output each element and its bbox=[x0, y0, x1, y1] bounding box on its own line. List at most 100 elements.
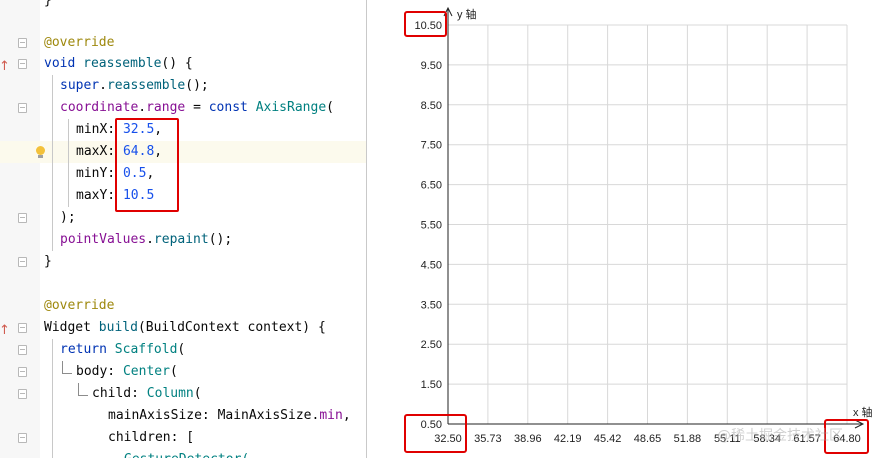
fold-marker-icon[interactable] bbox=[18, 345, 27, 355]
range-values-highlight bbox=[115, 118, 179, 212]
code-token: AxisRange bbox=[255, 100, 327, 115]
x-tick-label: 42.19 bbox=[554, 433, 582, 445]
code-token: body: bbox=[76, 364, 123, 379]
code-token: reassemble bbox=[106, 78, 186, 93]
y-tick-label: 10.50 bbox=[414, 20, 442, 32]
widget-tree-guide bbox=[62, 373, 72, 374]
code-line[interactable]: minX: 32.5, bbox=[0, 119, 366, 141]
y-tick-label: 5.50 bbox=[421, 220, 442, 232]
code-line[interactable]: mainAxisSize: MainAxisSize.min, bbox=[0, 405, 366, 427]
chart-preview-panel: y 轴 x 轴 0.50 1.50 2.50 3.50 4.50 5.50 6.50 7.50 8.… bbox=[367, 0, 891, 458]
code-line[interactable]: coordinate.range = const AxisRange( bbox=[0, 97, 366, 119]
code-line[interactable]: ↑ Widget build(BuildContext context) { bbox=[0, 317, 366, 339]
code-line[interactable]: return Scaffold( bbox=[0, 339, 366, 361]
widget-tree-guide bbox=[78, 383, 79, 395]
code-line[interactable] bbox=[0, 11, 366, 33]
y-tick-label: 0.50 bbox=[421, 419, 442, 431]
x-tick-label: 32.50 bbox=[434, 433, 462, 445]
x-axis-label: x 轴 bbox=[853, 405, 873, 419]
fold-marker-icon[interactable] bbox=[18, 103, 27, 113]
fold-marker-icon[interactable] bbox=[18, 213, 27, 223]
y-tick-label: 9.50 bbox=[421, 60, 442, 72]
code-editor[interactable]: } @override ↑ void reassemble() {super.reas… bbox=[0, 0, 366, 458]
indent-guide bbox=[52, 339, 53, 458]
fold-marker-icon[interactable] bbox=[18, 389, 27, 399]
code-token: Widget bbox=[44, 320, 99, 335]
code-line[interactable]: GestureDetector( bbox=[0, 449, 366, 458]
x-tick-label: 35.73 bbox=[474, 433, 502, 445]
code-token: GestureDetector( bbox=[124, 452, 249, 458]
code-token: . bbox=[138, 100, 147, 115]
code-token: children: [ bbox=[108, 430, 195, 445]
code-token: @override bbox=[44, 298, 115, 313]
fold-marker-icon[interactable] bbox=[18, 38, 27, 48]
code-token: Center bbox=[122, 364, 170, 379]
code-token: () { bbox=[161, 56, 193, 71]
code-text: @override bbox=[44, 295, 114, 317]
code-text: } bbox=[44, 251, 52, 273]
code-line[interactable]: maxY: 10.5 bbox=[0, 185, 366, 207]
code-line[interactable]: } bbox=[0, 251, 366, 273]
code-line[interactable]: child: Column( bbox=[0, 383, 366, 405]
code-token: min bbox=[319, 408, 343, 423]
code-line[interactable]: ↑ void reassemble() { bbox=[0, 53, 366, 75]
coordinate-chart: y 轴 x 轴 0.50 1.50 2.50 3.50 4.50 5.50 6.50 7.50 8.… bbox=[404, 6, 873, 454]
code-token: } bbox=[44, 254, 52, 269]
widget-tree-guide bbox=[78, 395, 88, 396]
y-tick-label: 4.50 bbox=[421, 259, 442, 271]
code-token: build bbox=[98, 320, 138, 335]
code-line[interactable]: ); bbox=[0, 207, 366, 229]
code-token: mainAxisSize: MainAxisSize. bbox=[108, 408, 320, 423]
code-token: coordinate bbox=[60, 100, 139, 115]
code-line[interactable]: children: [ bbox=[0, 427, 366, 449]
code-text: GestureDetector( bbox=[124, 449, 249, 458]
code-token: ( bbox=[169, 364, 178, 379]
x-tick-label: 38.96 bbox=[514, 433, 542, 445]
fold-marker-icon[interactable] bbox=[18, 323, 27, 333]
code-token: ); bbox=[60, 210, 76, 225]
code-line[interactable]: super.reassemble(); bbox=[0, 75, 366, 97]
y-tick-label: 7.50 bbox=[421, 140, 442, 152]
code-token: } bbox=[44, 0, 52, 8]
code-text: void reassemble() { bbox=[44, 53, 193, 75]
code-text: @override bbox=[44, 32, 114, 54]
code-token: (BuildContext context) { bbox=[137, 320, 326, 335]
x-tick-label: 48.65 bbox=[634, 433, 662, 445]
code-token: Scaffold bbox=[114, 342, 178, 357]
code-text: children: [ bbox=[108, 427, 194, 449]
code-token: return bbox=[60, 342, 115, 357]
watermark: @稀土掘金技术社区 bbox=[717, 428, 843, 444]
code-line[interactable]: pointValues.repaint(); bbox=[0, 229, 366, 251]
code-token: ( bbox=[193, 386, 202, 401]
fold-marker-icon[interactable] bbox=[18, 59, 27, 69]
lightbulb-icon[interactable] bbox=[36, 146, 45, 158]
code-text: super.reassemble(); bbox=[60, 75, 209, 97]
fold-marker-icon[interactable] bbox=[18, 433, 27, 443]
y-tick-label: 6.50 bbox=[421, 180, 442, 192]
y-tick-label: 1.50 bbox=[421, 379, 442, 391]
code-token: reassemble bbox=[83, 56, 162, 71]
code-text: return Scaffold( bbox=[60, 339, 185, 361]
fold-marker-icon[interactable] bbox=[18, 367, 27, 377]
code-token: ( bbox=[326, 100, 334, 115]
code-token: range bbox=[146, 100, 186, 115]
code-line[interactable]: maxX: 64.8, bbox=[0, 141, 366, 163]
code-text: mainAxisSize: MainAxisSize.min, bbox=[108, 405, 351, 427]
y-axis-label: y 轴 bbox=[457, 7, 477, 21]
indent-guide bbox=[52, 75, 53, 251]
x-tick-label: 51.88 bbox=[674, 433, 702, 445]
code-line[interactable]: @override bbox=[0, 295, 366, 317]
code-token: super bbox=[60, 78, 100, 93]
code-line[interactable]: minY: 0.5, bbox=[0, 163, 366, 185]
code-token: . bbox=[146, 232, 154, 247]
code-token: void bbox=[44, 56, 84, 71]
code-text: child: Column( bbox=[92, 383, 202, 405]
code-line[interactable]: @override bbox=[0, 32, 366, 54]
code-text: ); bbox=[60, 207, 76, 229]
code-line[interactable] bbox=[0, 273, 366, 295]
code-line[interactable]: body: Center( bbox=[0, 361, 366, 383]
code-token: @override bbox=[44, 35, 115, 50]
fold-marker-icon[interactable] bbox=[18, 257, 27, 267]
code-token: = bbox=[185, 100, 209, 115]
code-text: coordinate.range = const AxisRange( bbox=[60, 97, 334, 119]
